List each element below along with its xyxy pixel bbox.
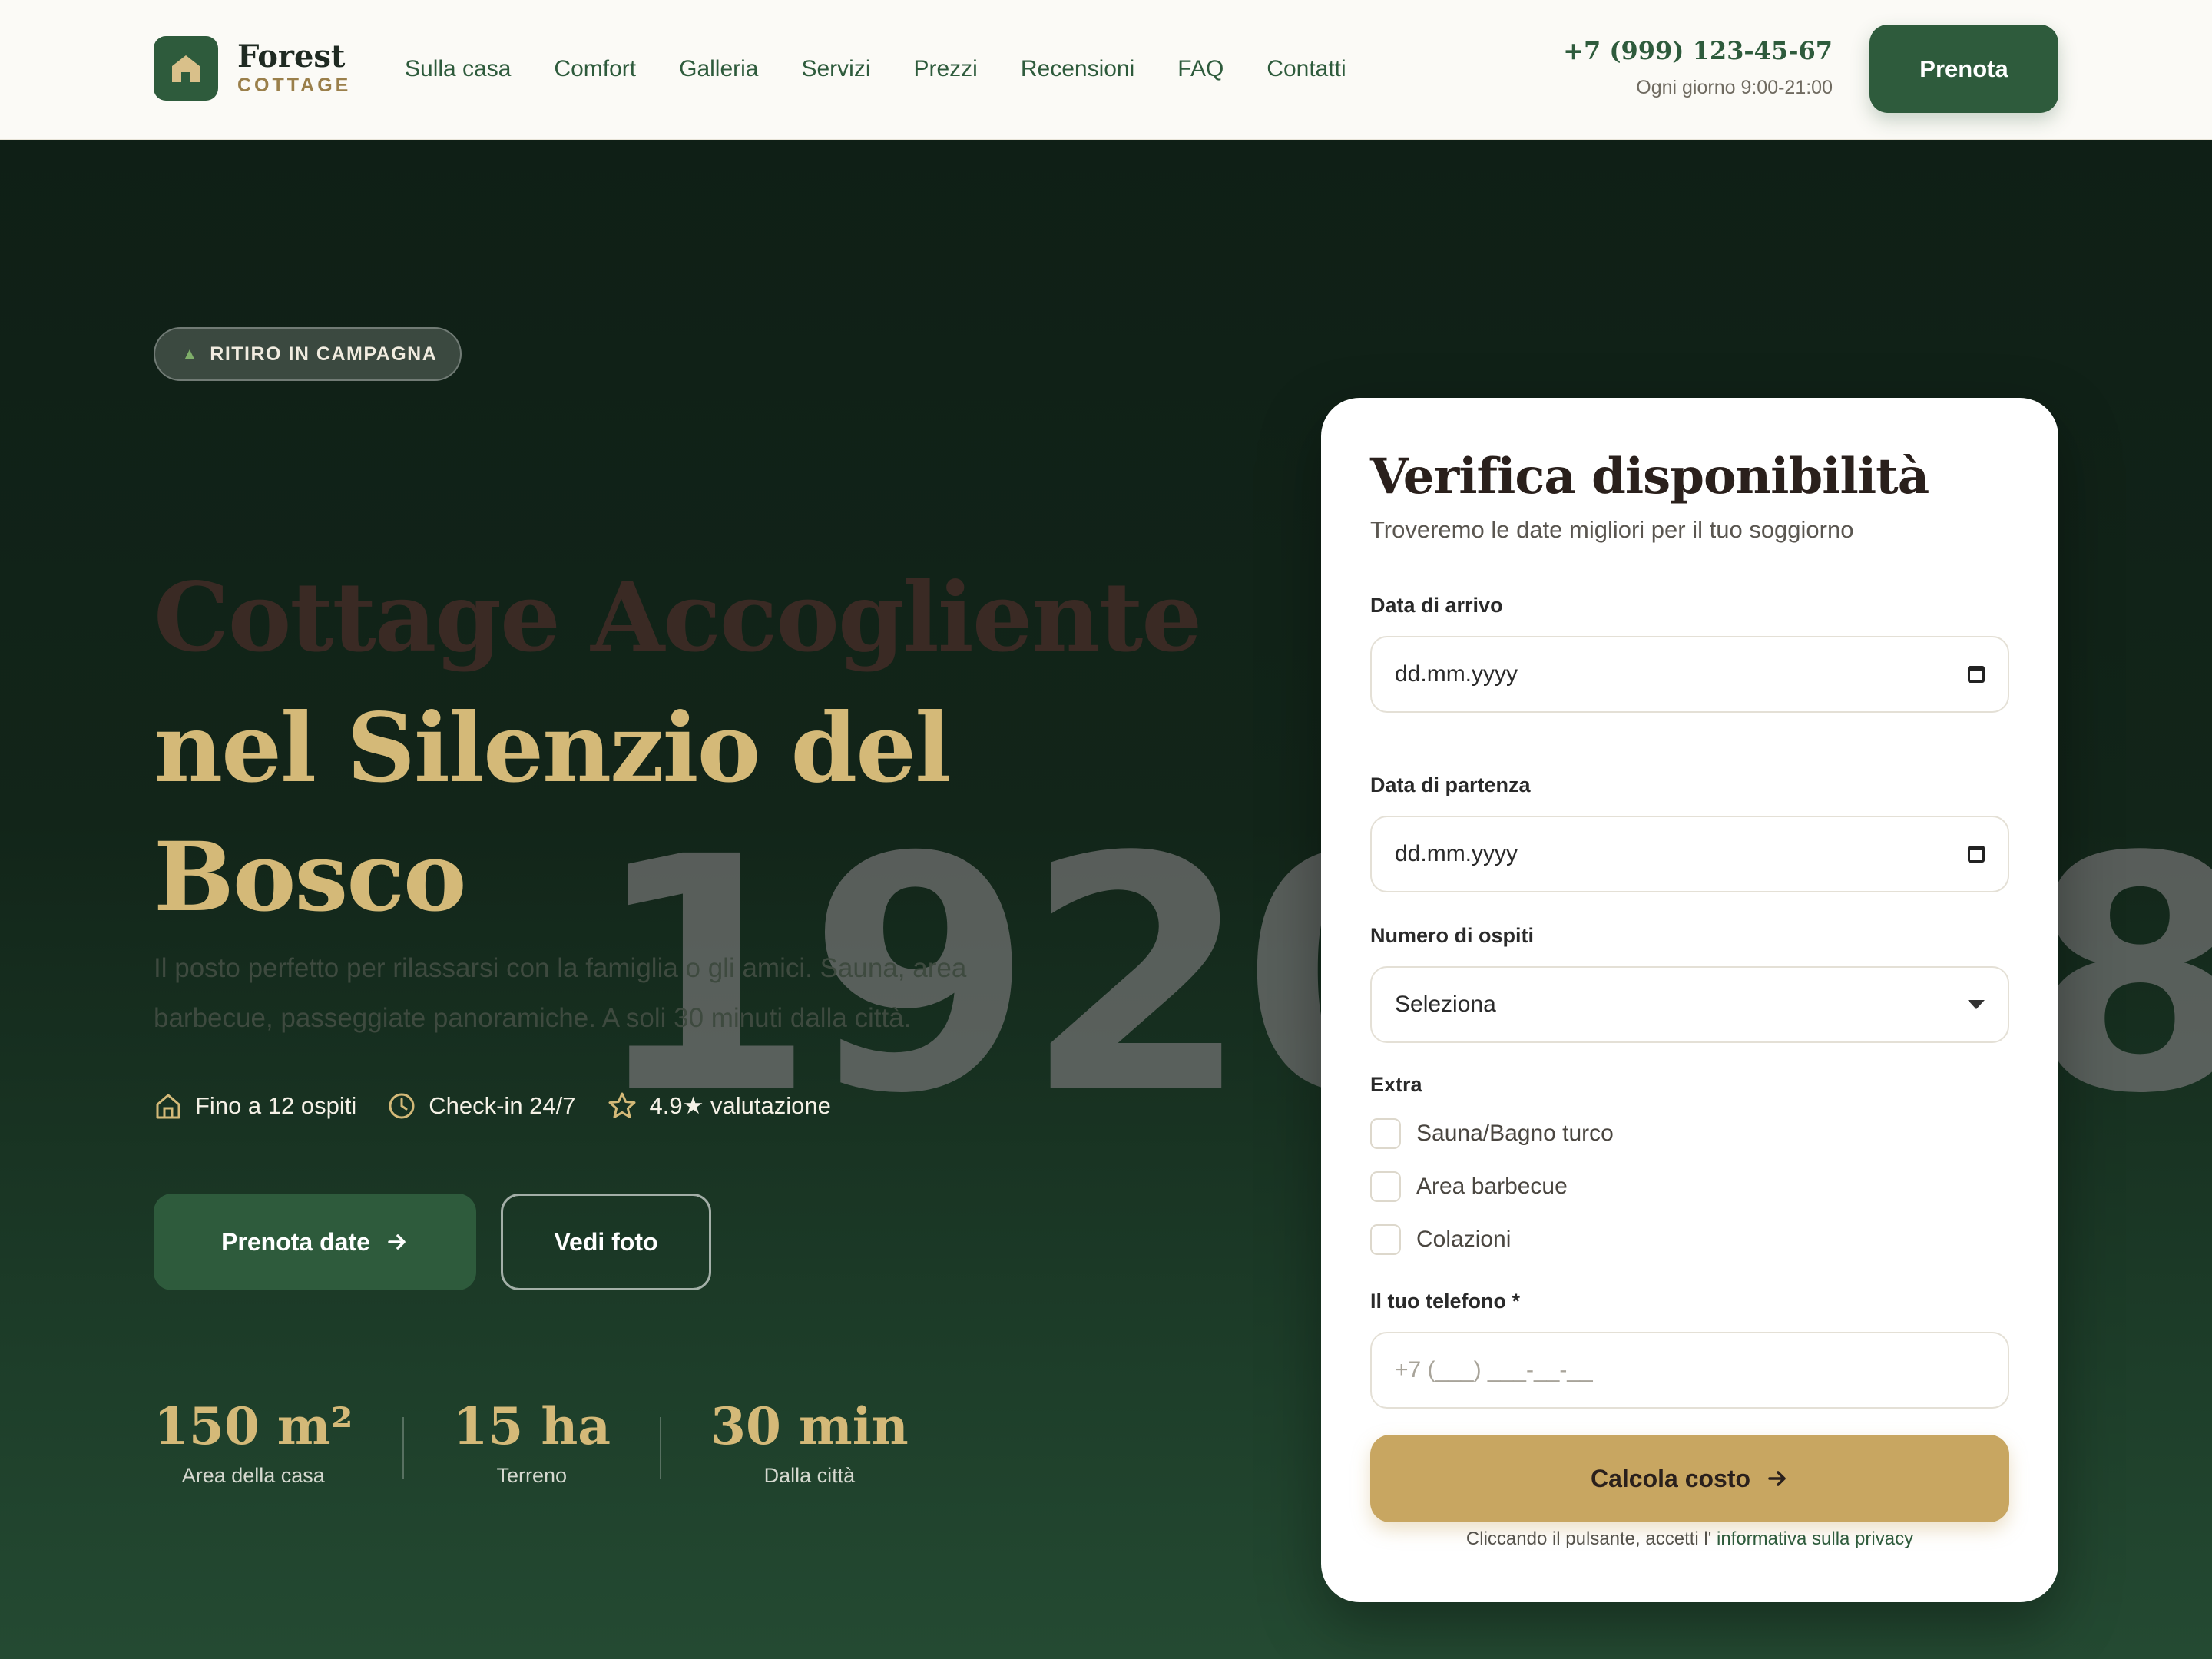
feature-label: Fino a 12 ospiti xyxy=(195,1092,357,1119)
guests-select[interactable]: Seleziona xyxy=(1370,966,2009,1043)
phone-placeholder: +7 (___) ___-__-__ xyxy=(1395,1357,1593,1382)
book-dates-button[interactable]: Prenota date xyxy=(154,1194,476,1290)
guests-label: Numero di ospiti xyxy=(1370,924,1535,947)
header-phone[interactable]: +7 (999) 123-45-67 xyxy=(1563,34,1833,68)
hero-title-line-1: Cottage Accogliente xyxy=(154,562,1202,674)
extra-sauna-checkbox[interactable]: Sauna/Bagno turco xyxy=(1370,1118,1614,1149)
view-photos-button[interactable]: Vedi foto xyxy=(501,1194,711,1290)
nav-prezzi[interactable]: Prezzi xyxy=(914,54,978,84)
arrival-date-input[interactable]: dd.mm.yyyy xyxy=(1370,636,2009,713)
privacy-text: Cliccando il pulsante, accetti l' xyxy=(1465,1528,1712,1549)
logo[interactable]: Forest COTTAGE xyxy=(154,36,351,101)
badge-label: RITIRO IN CAMPAGNA xyxy=(210,343,438,365)
header-contact: +7 (999) 123-45-67 Ogni giorno 9:00-21:0… xyxy=(1563,34,1833,103)
hero-badge: ▲ RITIRO IN CAMPAGNA xyxy=(154,327,462,381)
privacy-note: Cliccando il pulsante, accetti l' inform… xyxy=(1321,1524,2058,1555)
departure-label: Data di partenza xyxy=(1370,773,1531,796)
header-book-button[interactable]: Prenota xyxy=(1869,25,2058,113)
hero-description: Il posto perfetto per rilassarsi con la … xyxy=(154,953,967,1033)
stat-distance: 30 min Dalla città xyxy=(710,1394,909,1491)
house-logo-icon xyxy=(154,36,218,101)
calendar-icon[interactable] xyxy=(1968,846,1985,863)
nav-recensioni[interactable]: Recensioni xyxy=(1021,54,1134,84)
feature-rating: 4.9★ valutazione xyxy=(607,1091,831,1121)
extra-breakfast-checkbox[interactable]: Colazioni xyxy=(1370,1224,1511,1255)
hero-features: Fino a 12 ospiti Check-in 24/7 4.9★ valu… xyxy=(154,1091,862,1121)
checkbox-label: Area barbecue xyxy=(1416,1174,1568,1199)
arrival-date-value: dd.mm.yyyy xyxy=(1395,661,1518,687)
header-hours: Ogni giorno 9:00-21:00 xyxy=(1636,77,1833,98)
nav-faq[interactable]: FAQ xyxy=(1177,54,1224,84)
phone-input[interactable]: +7 (___) ___-__-__ xyxy=(1370,1332,2009,1409)
phone-label: Il tuo telefono * xyxy=(1370,1290,1520,1313)
checkbox-box[interactable] xyxy=(1370,1118,1401,1149)
stat-label: Area della casa xyxy=(181,1464,325,1487)
logo-name: Forest xyxy=(237,38,346,75)
form-subtitle: Troveremo le date migliori per il tuo so… xyxy=(1370,516,1854,543)
availability-form-card: Verifica disponibilità Troveremo le date… xyxy=(1321,398,2058,1602)
hero-title-line-2: nel Silenzio del xyxy=(154,693,951,804)
stat-divider xyxy=(402,1417,404,1479)
extras-label: Extra xyxy=(1370,1073,1422,1096)
stat-value: 30 min xyxy=(710,1396,909,1456)
tree-icon: ▲ xyxy=(181,344,200,363)
departure-date-input[interactable]: dd.mm.yyyy xyxy=(1370,816,2009,892)
clock-icon xyxy=(389,1093,415,1119)
stat-value: 150 m² xyxy=(154,1396,353,1456)
nav-contatti[interactable]: Contatti xyxy=(1267,54,1346,84)
feature-label: Check-in 24/7 xyxy=(429,1092,576,1119)
nav-galleria[interactable]: Galleria xyxy=(679,54,758,84)
star-icon xyxy=(608,1092,636,1118)
feature-guests: Fino a 12 ospiti xyxy=(154,1091,356,1121)
arrow-right-icon xyxy=(1768,1471,1786,1486)
nav-servizi[interactable]: Servizi xyxy=(801,54,870,84)
chevron-down-icon xyxy=(1968,1000,1985,1009)
calculate-cost-button[interactable]: Calcola costo xyxy=(1370,1435,2009,1522)
stat-land: 15 ha Terreno xyxy=(453,1394,611,1491)
guests-select-value: Seleziona xyxy=(1395,992,1496,1017)
site-header: Forest COTTAGE Sulla casa Comfort Galler… xyxy=(0,0,2212,140)
arrival-label: Data di arrivo xyxy=(1370,594,1503,617)
checkbox-label: Sauna/Bagno turco xyxy=(1416,1121,1614,1146)
nav-comfort[interactable]: Comfort xyxy=(554,54,636,84)
checkbox-box[interactable] xyxy=(1370,1171,1401,1202)
privacy-policy-link[interactable]: informativa sulla privacy xyxy=(1717,1528,1913,1549)
arrow-right-icon xyxy=(388,1234,406,1250)
feature-label: 4.9★ valutazione xyxy=(649,1092,831,1119)
departure-date-value: dd.mm.yyyy xyxy=(1395,841,1518,866)
extra-barbecue-checkbox[interactable]: Area barbecue xyxy=(1370,1171,1568,1202)
form-title: Verifica disponibilità xyxy=(1370,448,1929,505)
calculate-cost-label: Calcola costo xyxy=(1590,1464,1751,1492)
stat-label: Dalla città xyxy=(763,1464,856,1487)
calendar-icon[interactable] xyxy=(1968,666,1985,683)
main-nav: Sulla casa Comfort Galleria Servizi Prez… xyxy=(405,54,1389,84)
feature-checkin: Check-in 24/7 xyxy=(387,1091,576,1121)
book-dates-label: Prenota date xyxy=(221,1227,370,1256)
stat-house-area: 150 m² Area della casa xyxy=(154,1394,353,1491)
hero-stats: 150 m² Area della casa 15 ha Terreno 30 … xyxy=(154,1394,909,1491)
hero-title-line-3: Bosco xyxy=(154,822,467,933)
nav-sulla-casa[interactable]: Sulla casa xyxy=(405,54,511,84)
stat-label: Terreno xyxy=(496,1464,568,1487)
logo-subtitle: COTTAGE xyxy=(237,75,352,96)
stat-divider xyxy=(660,1417,662,1479)
checkbox-box[interactable] xyxy=(1370,1224,1401,1255)
house-icon xyxy=(156,1094,180,1119)
stat-value: 15 ha xyxy=(452,1396,611,1456)
checkbox-label: Colazioni xyxy=(1416,1227,1512,1252)
